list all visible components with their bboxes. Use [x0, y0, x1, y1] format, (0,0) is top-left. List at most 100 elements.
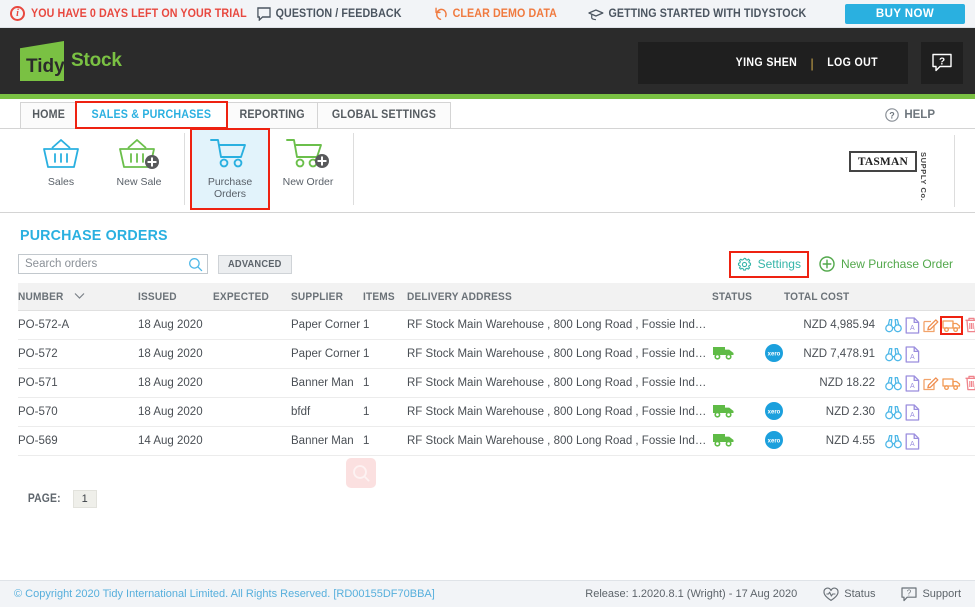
row-actions: A — [879, 403, 975, 421]
search-input[interactable] — [25, 258, 188, 270]
status-link[interactable]: Status — [823, 586, 875, 602]
column-supplier[interactable]: SUPPLIER — [291, 283, 363, 311]
row-actions: A — [879, 374, 975, 392]
trial-notice: i YOU HAVE 0 DAYS LEFT ON YOUR TRIAL — [10, 6, 263, 21]
clear-demo-data-link[interactable]: CLEAR DEMO DATA — [434, 7, 557, 21]
column-items-label: ITEMS — [363, 291, 395, 303]
brand-name: TASMAN — [848, 151, 917, 172]
edit-pencil-icon[interactable] — [923, 375, 939, 391]
binoculars-icon[interactable] — [885, 376, 902, 391]
cell-number: PO-571 — [18, 368, 138, 398]
trash-icon[interactable] — [964, 317, 975, 333]
column-actions — [879, 283, 975, 311]
tab-home[interactable]: HOME — [20, 102, 78, 128]
logout-link[interactable]: LOG OUT — [827, 57, 878, 69]
pagination-row: PAGE: 1 — [18, 456, 957, 526]
status-indicators: xero — [712, 343, 784, 365]
binoculars-icon[interactable] — [885, 318, 902, 333]
trash-icon[interactable] — [964, 375, 975, 391]
tab-global-settings[interactable]: GLOBAL SETTINGS — [317, 102, 452, 128]
help-label: HELP — [904, 109, 935, 121]
settings-button[interactable]: Settings — [728, 250, 809, 278]
cell-items: 1 — [363, 368, 407, 398]
ribbon-item-sales[interactable]: Sales — [22, 129, 100, 209]
cell-delivery-address: RF Stock Main Warehouse , 800 Long Road … — [407, 368, 712, 398]
pdf-icon[interactable]: A — [905, 432, 920, 450]
new-purchase-order-button[interactable]: New Purchase Order — [817, 252, 955, 276]
column-status[interactable]: STATUS — [712, 283, 784, 311]
cell-status: xero — [712, 397, 784, 427]
basket-plus-icon — [119, 139, 159, 169]
speech-bubble-icon — [256, 7, 271, 21]
ribbon-item-purchase-orders[interactable]: Purchase Orders — [190, 128, 270, 210]
cell-issued: 18 Aug 2020 — [138, 339, 213, 369]
basket-icon — [43, 139, 79, 168]
table-row[interactable]: PO-572 18 Aug 2020 Paper Corner 1 RF Sto… — [18, 339, 975, 369]
column-expected[interactable]: EXPECTED — [213, 283, 291, 311]
pdf-icon[interactable]: A — [905, 374, 920, 392]
release-text: Release: 1.2020.8.1 (Wright) - 17 Aug 20… — [585, 588, 798, 600]
logo-mark: Tidy — [20, 41, 64, 81]
edit-pencil-icon[interactable] — [923, 317, 939, 333]
table-row[interactable]: PO-571 18 Aug 2020 Banner Man 1 RF Stock… — [18, 368, 975, 398]
cell-status — [712, 310, 784, 340]
tab-home-label: HOME — [32, 109, 66, 121]
column-total-cost[interactable]: TOTAL COST — [784, 283, 879, 311]
binoculars-icon[interactable] — [885, 347, 902, 362]
truck-icon[interactable] — [942, 376, 961, 391]
cell-items: 1 — [363, 426, 407, 456]
chevron-down-icon — [74, 293, 85, 299]
pdf-icon[interactable]: A — [905, 345, 920, 363]
row-actions: A — [879, 432, 975, 450]
app-header: Tidy Stock YING SHEN | LOG OUT ? — [0, 28, 975, 99]
status-indicators: xero — [712, 401, 784, 423]
svg-text:?: ? — [939, 57, 945, 68]
table-row[interactable]: PO-569 14 Aug 2020 Banner Man 1 RF Stock… — [18, 426, 975, 456]
column-issued[interactable]: ISSUED — [138, 283, 213, 311]
status-indicators: xero — [712, 430, 784, 452]
pdf-icon[interactable]: A — [905, 316, 920, 334]
tab-reporting[interactable]: REPORTING — [225, 102, 319, 128]
delivered-truck-icon — [712, 431, 735, 451]
ribbon-item-new-sale[interactable]: New Sale — [100, 129, 178, 209]
question-speech-bubble-icon: ? — [901, 586, 918, 601]
svg-text:?: ? — [907, 588, 912, 597]
tidystock-logo[interactable]: Tidy Stock — [20, 41, 122, 81]
gear-icon — [737, 257, 751, 271]
column-number[interactable]: NUMBER — [18, 283, 138, 311]
search-orders-box[interactable] — [18, 254, 208, 274]
getting-started-link[interactable]: GETTING STARTED WITH TIDYSTOCK — [588, 8, 806, 21]
account-box: YING SHEN | LOG OUT — [638, 42, 908, 84]
tab-sales-and-purchases[interactable]: SALES & PURCHASES — [75, 101, 228, 129]
search-icon — [352, 464, 369, 481]
truck-icon[interactable] — [940, 315, 963, 335]
page-number-1[interactable]: 1 — [72, 490, 97, 508]
table-row[interactable]: PO-572-A 18 Aug 2020 Paper Corner 1 RF S… — [18, 310, 975, 340]
ribbon-toolbar: Sales New Sale Purchase Orders New Order… — [0, 128, 975, 213]
table-row[interactable]: PO-570 18 Aug 2020 bfdf 1 RF Stock Main … — [18, 397, 975, 427]
binoculars-icon[interactable] — [885, 434, 902, 449]
tab-sales-and-purchases-label: SALES & PURCHASES — [91, 109, 212, 121]
cell-delivery-address: RF Stock Main Warehouse , 800 Long Road … — [407, 426, 712, 456]
header-help-button[interactable]: ? — [921, 42, 963, 84]
pdf-icon[interactable]: A — [905, 403, 920, 421]
ribbon-item-purchase-orders-label: Purchase Orders — [207, 176, 253, 200]
support-link[interactable]: ? Support — [901, 586, 961, 602]
binoculars-icon[interactable] — [885, 405, 902, 420]
column-delivery-address[interactable]: DELIVERY ADDRESS — [407, 283, 712, 311]
column-items[interactable]: ITEMS — [363, 283, 407, 311]
page-title: PURCHASE ORDERS — [18, 213, 957, 254]
page-body: PURCHASE ORDERS ADVANCED Settings — [0, 213, 975, 526]
ribbon-item-new-order[interactable]: New Order — [269, 129, 347, 209]
buy-now-button[interactable]: BUY NOW — [845, 4, 965, 24]
logo-text: Stock — [71, 50, 122, 71]
help-link[interactable]: ? HELP — [885, 108, 935, 122]
loading-search-indicator — [346, 458, 376, 488]
question-feedback-link[interactable]: QUESTION / FEEDBACK — [256, 7, 402, 21]
cell-status: xero — [712, 426, 784, 456]
ribbon-divider-2 — [353, 133, 354, 205]
column-number-label: NUMBER — [18, 291, 64, 303]
cell-total-cost: NZD 7,478.91 — [784, 339, 879, 369]
search-icon — [189, 257, 203, 271]
advanced-search-button[interactable]: ADVANCED — [218, 254, 292, 274]
